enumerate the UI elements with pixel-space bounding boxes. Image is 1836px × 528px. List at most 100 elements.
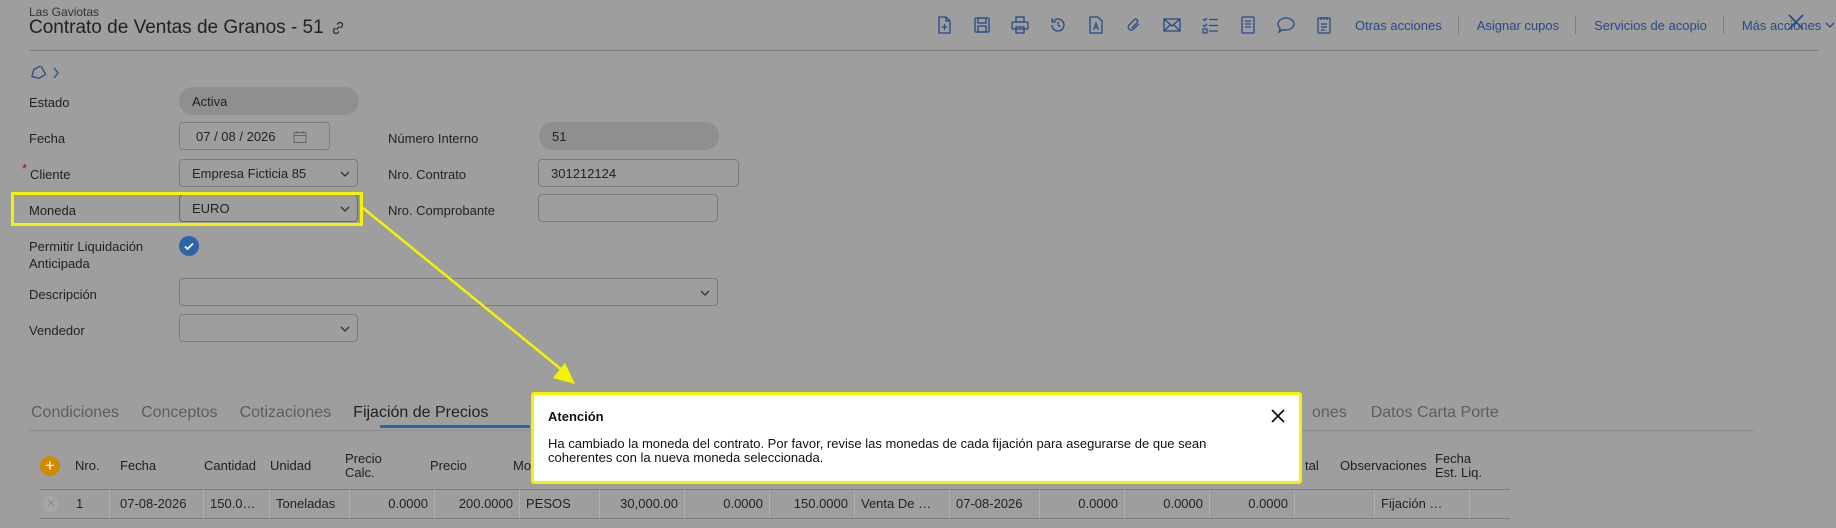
attachment-icon[interactable] (1115, 12, 1153, 38)
print-icon[interactable] (1001, 12, 1039, 38)
cliente-label: Cliente (30, 167, 71, 182)
tab-conceptos[interactable]: Conceptos (141, 404, 218, 422)
col-total: tal (1305, 458, 1319, 473)
fecha-value: 07 / 08 / 2026 (196, 128, 276, 144)
cell-fecha-est (1470, 490, 1510, 518)
permitir-liquidacion-checkbox[interactable] (179, 236, 199, 256)
active-tab-indicator (380, 425, 530, 428)
col-fecha-est-liq: Fecha Est. Liq. (1435, 452, 1482, 480)
estado-field: Activa (179, 87, 359, 115)
permitir-liquidacion-label-2: Anticipada (29, 256, 90, 271)
text-document-icon[interactable] (1077, 12, 1115, 38)
cell-c5: 0.0000 (1210, 490, 1295, 518)
col-fecha-est-1: Fecha (1435, 451, 1472, 466)
cell-observaciones: Fijación … (1375, 490, 1470, 518)
cell-unidad: Toneladas (270, 490, 350, 518)
cell-precio: 200.0000 (435, 490, 520, 518)
dialog-title: Atención (548, 409, 604, 424)
col-precio-calc-1: Precio (345, 451, 382, 466)
header-divider (29, 50, 1819, 51)
cliente-select[interactable]: Empresa Ficticia 85 (179, 159, 358, 187)
save-icon[interactable] (963, 12, 1001, 38)
attention-dialog: Atención Ha cambiado la moneda del contr… (531, 392, 1302, 484)
cell-c2: 150.0000 (770, 490, 855, 518)
tab-datos-carta-porte[interactable]: Datos Carta Porte (1371, 404, 1499, 422)
otras-acciones-link[interactable]: Otras acciones (1355, 18, 1442, 33)
tag-icon[interactable] (30, 66, 46, 80)
nro-comprobante-input[interactable] (538, 194, 718, 222)
tab-cotizaciones[interactable]: Cotizaciones (240, 404, 332, 422)
tab-fijacion-precios[interactable]: Fijación de Precios (353, 404, 488, 422)
moneda-highlight (11, 192, 363, 226)
new-document-icon[interactable] (925, 12, 963, 38)
comment-icon[interactable] (1267, 12, 1305, 38)
chevron-down-icon (700, 290, 710, 296)
chevron-right-icon[interactable] (52, 66, 60, 80)
tab-partial[interactable]: ones (1312, 404, 1347, 422)
report-icon[interactable] (1229, 12, 1267, 38)
col-precio-calc-2: Calc. (345, 465, 375, 480)
cell-cantidad: 150.0… (204, 490, 270, 518)
col-precio-calc: Precio Calc. (345, 452, 382, 480)
toolbar-separator (1457, 16, 1459, 34)
servicios-acopio-link[interactable]: Servicios de acopio (1594, 18, 1707, 33)
checkmark-icon (184, 242, 194, 251)
required-marker: * (22, 161, 28, 176)
toolbar-separator (1575, 16, 1577, 34)
col-unidad: Unidad (270, 458, 312, 473)
history-icon[interactable] (1039, 12, 1077, 38)
estado-value: Activa (192, 93, 228, 109)
notes-icon[interactable] (1305, 12, 1343, 38)
permitir-liquidacion-label: Permitir Liquidación (29, 239, 144, 254)
chevron-down-icon (340, 171, 350, 177)
cell-fecha: 07-08-2026 (114, 490, 204, 518)
asignar-cupos-link[interactable]: Asignar cupos (1477, 18, 1559, 33)
toolbar: Otras acciones Asignar cupos Servicios d… (925, 12, 1835, 38)
vendedor-select[interactable] (179, 314, 358, 342)
numero-interno-field: 51 (539, 122, 719, 150)
cell-tipo: Venta De … (855, 490, 950, 518)
page-title-text: Contrato de Ventas de Granos - 51 (29, 17, 324, 38)
nro-contrato-input[interactable]: 301212124 (538, 159, 739, 187)
tab-bar-right: ones Datos Carta Porte (1312, 404, 1499, 422)
cell-fecha2: 07-08-2026 (950, 490, 1040, 518)
estado-label: Estado (29, 95, 70, 110)
close-icon[interactable] (1269, 407, 1287, 425)
cell-nro: 1 (70, 490, 110, 518)
app-window: Las Gaviotas Contrato de Ventas de Grano… (0, 0, 1836, 528)
table-row[interactable]: ✕ 1 07-08-2026 150.0… Toneladas 0.0000 2… (40, 490, 1510, 518)
cliente-value: Empresa Ficticia 85 (192, 165, 307, 181)
numero-interno-value: 51 (552, 128, 567, 144)
checklist-icon[interactable] (1191, 12, 1229, 38)
col-moneda: Mo (513, 458, 532, 473)
email-icon[interactable] (1153, 12, 1191, 38)
nro-contrato-label: Nro. Contrato (388, 167, 467, 182)
col-nro: Nro. (75, 458, 100, 473)
col-fecha: Fecha (120, 458, 157, 473)
add-row-button[interactable]: + (40, 456, 60, 476)
tab-condiciones[interactable]: Condiciones (31, 404, 119, 422)
cell-c1: 0.0000 (685, 490, 770, 518)
col-fecha-est-2: Est. Liq. (1435, 465, 1482, 480)
col-observaciones: Observaciones (1340, 458, 1427, 473)
link-icon[interactable] (330, 20, 346, 36)
calendar-icon[interactable] (293, 130, 307, 144)
tab-bar: Condiciones Conceptos Cotizaciones Fijac… (31, 404, 510, 422)
chevron-down-icon (340, 326, 350, 332)
page-title: Contrato de Ventas de Granos - 51 (29, 17, 346, 39)
close-icon[interactable] (1786, 12, 1806, 32)
tag-row (30, 66, 60, 80)
nro-comprobante-label: Nro. Comprobante (388, 203, 495, 218)
row-divider (40, 518, 1510, 519)
nro-contrato-value: 301212124 (551, 165, 617, 181)
numero-interno-label: Número Interno (388, 131, 479, 146)
cell-moneda: PESOS (520, 490, 600, 518)
col-cantidad: Cantidad (204, 458, 257, 473)
cell-importe: 30,000.00 (600, 490, 685, 518)
fecha-input[interactable]: 07 / 08 / 2026 (179, 122, 330, 150)
cell-c3: 0.0000 (1040, 490, 1125, 518)
vendedor-label: Vendedor (29, 323, 85, 338)
descripcion-select[interactable] (179, 278, 718, 306)
delete-row-icon[interactable]: ✕ (43, 496, 59, 512)
dialog-message: Ha cambiado la moneda del contrato. Por … (548, 436, 1207, 465)
